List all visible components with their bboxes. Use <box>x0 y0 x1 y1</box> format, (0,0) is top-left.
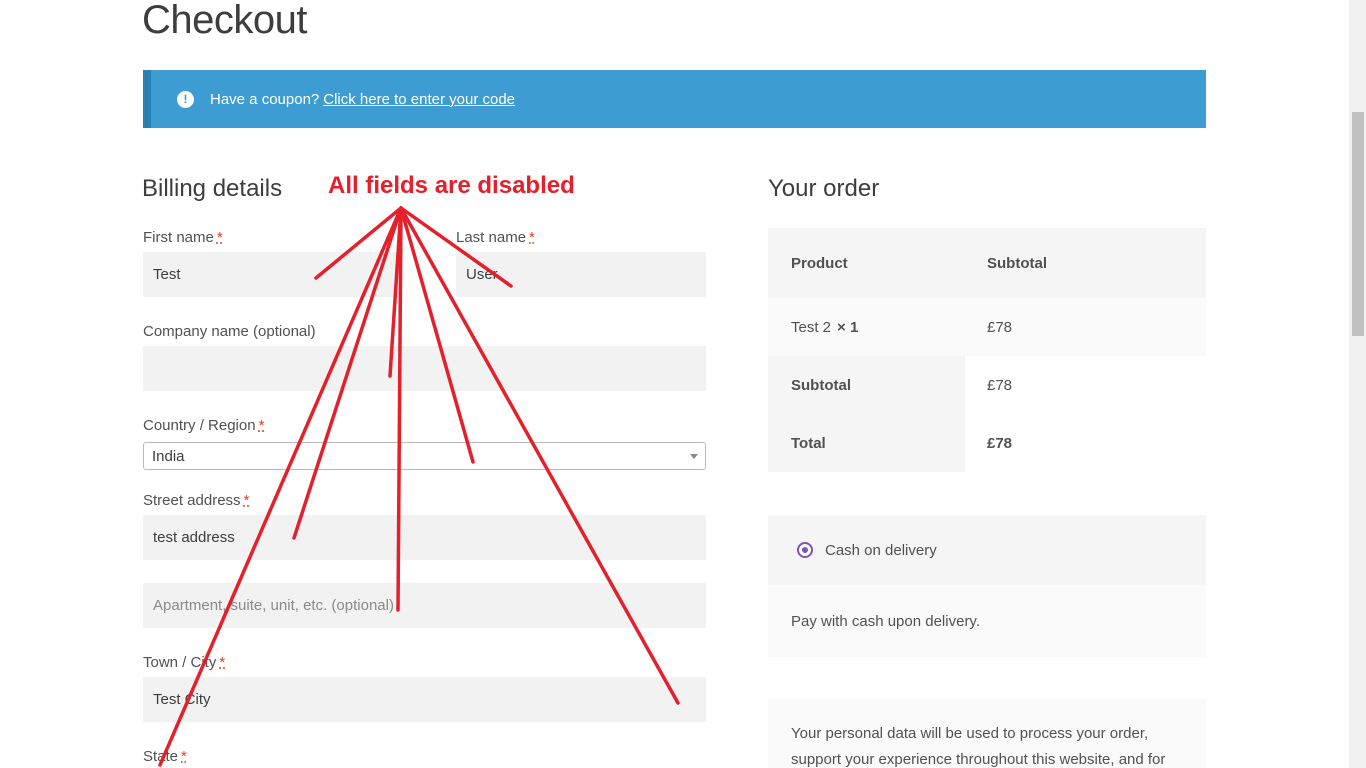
scrollbar-thumb[interactable] <box>1352 112 1364 336</box>
order-table: Product Subtotal Test 2 × 1 £78 Subtotal … <box>768 228 1206 472</box>
payment-method-label: Cash on delivery <box>825 541 937 559</box>
required-marker: * <box>243 492 250 509</box>
order-table-header: Product Subtotal <box>768 228 1206 298</box>
subtotal-row: Subtotal £78 <box>768 356 1206 414</box>
street-address-field[interactable]: test address <box>143 515 706 560</box>
total-row: Total £78 <box>768 414 1206 472</box>
first-name-label: First name * <box>143 229 223 246</box>
street-address-label: Street address * <box>143 492 250 509</box>
required-marker: * <box>219 654 226 671</box>
total-label: Total <box>768 414 965 472</box>
required-marker: * <box>181 748 187 765</box>
scrollbar-track[interactable] <box>1349 0 1366 768</box>
required-marker: * <box>258 417 265 434</box>
total-value: £78 <box>987 434 1013 452</box>
radio-selected-dot <box>802 547 808 553</box>
town-field[interactable]: Test City <box>143 677 706 722</box>
order-item-name: Test 2 × 1 <box>791 318 859 336</box>
payment-method-cod[interactable]: Cash on delivery <box>768 515 1206 585</box>
coupon-text: Have a coupon? <box>210 90 320 108</box>
required-marker: * <box>529 229 535 246</box>
first-name-field[interactable]: Test <box>143 252 398 297</box>
order-heading: Your order <box>768 175 880 202</box>
coupon-notice: ! Have a coupon? Click here to enter you… <box>143 70 1206 128</box>
country-value: India <box>152 447 185 465</box>
order-item-price: £78 <box>987 318 1013 336</box>
privacy-policy-text: Your personal data will be used to proce… <box>768 699 1206 768</box>
last-name-label: Last name * <box>456 229 535 246</box>
subtotal-value: £78 <box>987 376 1013 394</box>
product-header: Product <box>791 254 848 272</box>
subtotal-label: Subtotal <box>768 356 965 414</box>
company-label: Company name (optional) <box>143 323 316 340</box>
company-field[interactable] <box>143 346 706 391</box>
last-name-field[interactable]: User <box>456 252 706 297</box>
state-label: State * <box>143 748 187 765</box>
checkout-page: Checkout ! Have a coupon? Click here to … <box>0 0 1366 768</box>
payment-description: Pay with cash upon delivery. <box>768 585 1206 657</box>
chevron-down-icon <box>690 454 698 459</box>
town-label: Town / City * <box>143 654 226 671</box>
coupon-link[interactable]: Click here to enter your code <box>323 91 515 108</box>
billing-heading: Billing details <box>142 175 283 202</box>
payment-radio[interactable] <box>797 542 813 558</box>
annotation-text: All fields are disabled <box>328 172 575 199</box>
page-title: Checkout <box>142 0 307 42</box>
required-marker: * <box>216 229 223 246</box>
exclamation-circle-icon: ! <box>177 90 194 108</box>
apartment-field[interactable]: Apartment, suite, unit, etc. (optional) <box>143 583 706 628</box>
country-select[interactable]: India <box>143 442 706 470</box>
country-label: Country / Region * <box>143 417 265 434</box>
annotation-line <box>399 206 475 464</box>
subtotal-header: Subtotal <box>987 254 1047 272</box>
order-item-qty: × 1 <box>837 318 859 336</box>
order-item-row: Test 2 × 1 £78 <box>768 298 1206 356</box>
